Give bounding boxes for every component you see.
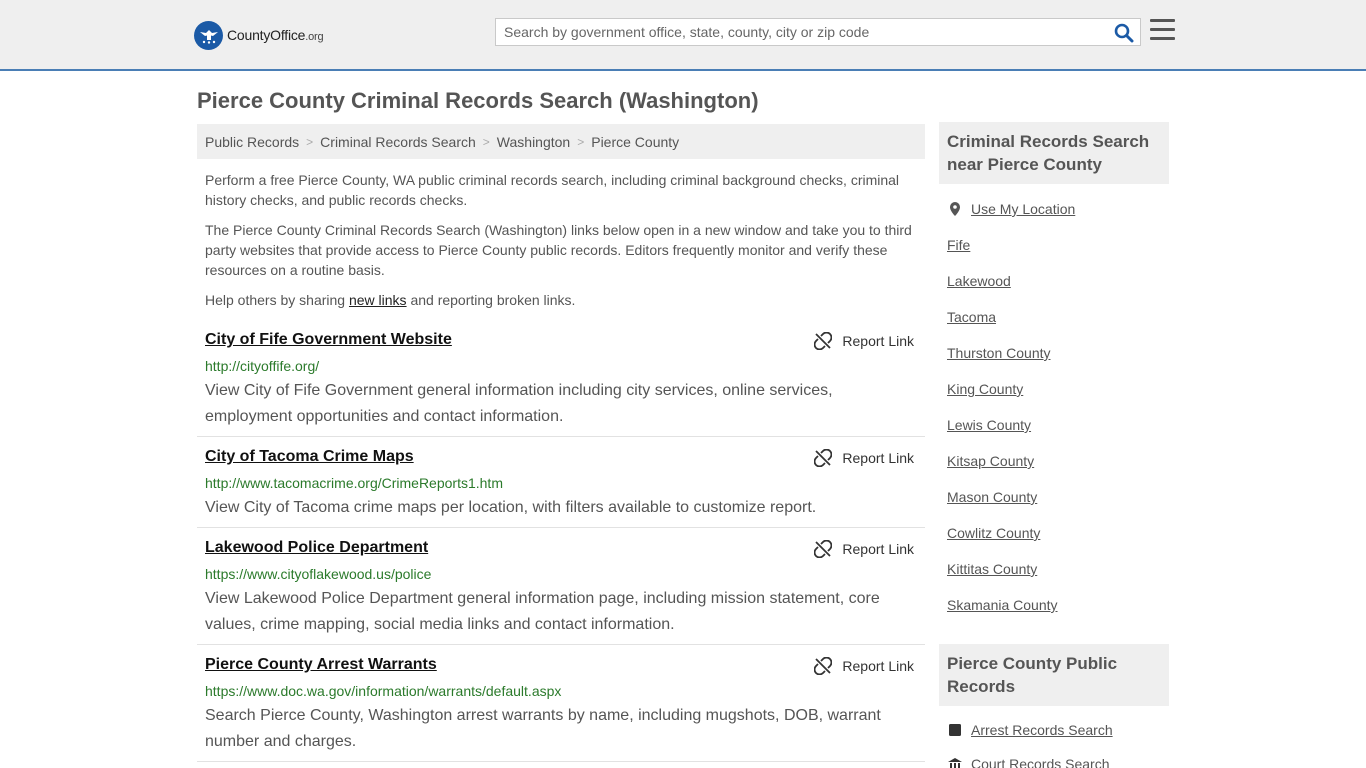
listing-item: City of Tacoma Crime Maps Report Link ht… — [197, 448, 925, 528]
listing-item: Pierce County Arrest Warrants Report Lin… — [197, 656, 925, 762]
listing-description: View City of Fife Government general inf… — [205, 382, 833, 425]
listing-url: https://www.doc.wa.gov/information/warra… — [205, 683, 562, 699]
broken-link-icon — [814, 332, 833, 350]
eagle-logo-icon — [194, 20, 223, 50]
logo-text: CountyOffice.org — [227, 27, 324, 43]
listing-url: http://www.tacomacrime.org/CrimeReports1… — [205, 475, 503, 491]
nearby-link-kittitas-county[interactable]: Kittitas County — [947, 561, 1037, 577]
listing-item: Lakewood Police Department Report Link h… — [197, 539, 925, 645]
page-title: Pierce County Criminal Records Search (W… — [197, 88, 759, 113]
report-link-button[interactable]: Report Link — [814, 657, 914, 675]
intro-paragraph-1: Perform a free Pierce County, WA public … — [205, 172, 900, 208]
listing-title[interactable]: City of Fife Government Website — [205, 331, 452, 349]
breadcrumb-public-records[interactable]: Public Records — [205, 134, 299, 150]
chevron-right-icon: > — [306, 134, 314, 149]
intro-paragraph-3: Help others by sharing new links and rep… — [205, 292, 576, 308]
id-card-icon — [949, 724, 961, 736]
hamburger-menu-icon[interactable] — [1150, 19, 1175, 42]
nearby-link-mason-county[interactable]: Mason County — [947, 489, 1037, 505]
listing-url: https://www.cityoflakewood.us/police — [205, 566, 432, 582]
breadcrumb: Public Records > Criminal Records Search… — [197, 124, 925, 159]
listing-description: View City of Tacoma crime maps per locat… — [205, 499, 817, 516]
courthouse-icon — [948, 758, 962, 768]
nearby-link-skamania-county[interactable]: Skamania County — [947, 597, 1058, 613]
listing-description: Search Pierce County, Washington arrest … — [205, 707, 881, 750]
broken-link-icon — [814, 449, 833, 467]
listing-url: http://cityoffife.org/ — [205, 358, 320, 374]
breadcrumb-current: Pierce County — [591, 133, 680, 150]
site-logo[interactable]: CountyOffice.org — [194, 20, 324, 50]
search-input[interactable] — [496, 19, 1096, 45]
arrest-records-search-link[interactable]: Arrest Records Search — [971, 722, 1113, 738]
chevron-right-icon: > — [577, 134, 585, 149]
listing-title[interactable]: City of Tacoma Crime Maps — [205, 448, 414, 466]
listing-title[interactable]: Pierce County Arrest Warrants — [205, 656, 437, 674]
use-my-location-link[interactable]: Use My Location — [971, 201, 1075, 217]
nearby-link-fife[interactable]: Fife — [947, 237, 970, 253]
chevron-right-icon: > — [482, 134, 490, 149]
nearby-link-tacoma[interactable]: Tacoma — [947, 309, 996, 325]
search-box — [495, 18, 1141, 46]
listing-title[interactable]: Lakewood Police Department — [205, 539, 428, 557]
new-links-link[interactable]: new links — [349, 292, 407, 308]
listing-item: City of Fife Government Website Report L… — [197, 331, 925, 437]
search-icon — [1114, 23, 1134, 43]
sidebar-public-records-heading: Pierce County Public Records — [939, 644, 1169, 706]
broken-link-icon — [814, 657, 833, 675]
sidebar-nearby-heading: Criminal Records Search near Pierce Coun… — [939, 122, 1169, 184]
breadcrumb-criminal-records-search[interactable]: Criminal Records Search — [320, 134, 476, 150]
intro-paragraph-2: The Pierce County Criminal Records Searc… — [205, 222, 912, 278]
nearby-link-cowlitz-county[interactable]: Cowlitz County — [947, 525, 1040, 541]
report-link-button[interactable]: Report Link — [814, 540, 914, 558]
report-link-button[interactable]: Report Link — [814, 332, 914, 350]
court-records-row: Court Records Search — [947, 756, 1110, 768]
use-my-location-row: Use My Location — [947, 201, 1075, 217]
nearby-link-lewis-county[interactable]: Lewis County — [947, 417, 1031, 433]
nearby-link-lakewood[interactable]: Lakewood — [947, 273, 1011, 289]
map-pin-icon — [950, 202, 960, 216]
nearby-link-thurston-county[interactable]: Thurston County — [947, 345, 1051, 361]
breadcrumb-washington[interactable]: Washington — [497, 134, 570, 150]
arrest-records-row: Arrest Records Search — [947, 722, 1113, 738]
search-button[interactable] — [1114, 23, 1134, 43]
broken-link-icon — [814, 540, 833, 558]
nearby-link-king-county[interactable]: King County — [947, 381, 1023, 397]
report-link-button[interactable]: Report Link — [814, 449, 914, 467]
site-header: CountyOffice.org — [0, 0, 1366, 71]
nearby-link-kitsap-county[interactable]: Kitsap County — [947, 453, 1034, 469]
court-records-search-link[interactable]: Court Records Search — [971, 756, 1110, 768]
listing-description: View Lakewood Police Department general … — [205, 590, 880, 633]
